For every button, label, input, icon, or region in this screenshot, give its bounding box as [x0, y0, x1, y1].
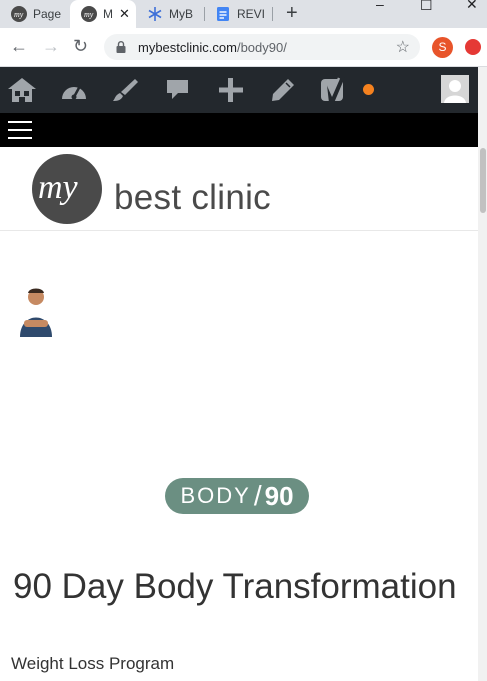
tab-label: Page: [33, 7, 62, 21]
tab-label: MyB: [169, 7, 193, 21]
tab-separator: [272, 7, 273, 21]
reload-icon[interactable]: ↻: [73, 36, 88, 57]
logo-text[interactable]: best clinic: [114, 178, 271, 218]
user-avatar-icon: [441, 75, 469, 103]
my-sites-icon[interactable]: [6, 76, 38, 104]
comments-icon[interactable]: [165, 77, 191, 103]
badge-body-text: BODY: [180, 483, 251, 508]
svg-text:my: my: [14, 10, 24, 19]
bookmark-star-icon[interactable]: ☆: [396, 37, 410, 57]
extension-icon[interactable]: [465, 39, 481, 55]
badge-number: 90: [264, 480, 294, 511]
minimize-icon[interactable]: –: [376, 0, 384, 12]
avatar[interactable]: [441, 75, 469, 103]
body90-badge: BODY / 90: [165, 478, 309, 514]
url-text: mybestclinic.com/body90/: [138, 40, 287, 55]
yoast-icon[interactable]: [319, 75, 349, 105]
tab-page[interactable]: my Page: [0, 0, 70, 28]
svg-text:my: my: [38, 169, 79, 206]
forward-arrow-icon[interactable]: →: [42, 36, 60, 57]
logo-mark: my: [38, 169, 79, 206]
hamburger-menu-icon[interactable]: [8, 121, 32, 145]
new-tab-button[interactable]: +: [286, 2, 298, 25]
logo[interactable]: my: [32, 154, 102, 224]
svg-text:my: my: [84, 10, 94, 19]
tab-label: REVI: [237, 7, 266, 21]
tab-strip: my Page my M ✕ MyB REVI + – ☐ ✕: [0, 0, 487, 28]
customize-brush-icon[interactable]: [111, 77, 139, 103]
tab-mybest[interactable]: MyB: [136, 0, 202, 28]
tab-review[interactable]: REVI: [204, 0, 270, 28]
snowflake-icon: [148, 7, 162, 21]
scrollbar-thumb[interactable]: [480, 148, 486, 213]
tab-label: M: [103, 7, 113, 21]
new-plus-icon[interactable]: [217, 77, 245, 103]
edit-pencil-icon[interactable]: [270, 77, 296, 103]
dashboard-icon[interactable]: [59, 77, 89, 103]
close-tab-icon[interactable]: ✕: [119, 6, 130, 22]
trainer-photo: [20, 288, 52, 337]
lock-icon: [116, 41, 126, 53]
back-arrow-icon[interactable]: ←: [10, 36, 28, 57]
site-favicon-icon: my: [81, 6, 97, 22]
address-bar[interactable]: mybestclinic.com/body90/ ☆: [104, 34, 420, 60]
badge-slash: /: [253, 480, 262, 511]
page-title: 90 Day Body Transformation: [13, 567, 457, 606]
profile-extension-icon[interactable]: S: [432, 37, 453, 58]
maximize-icon[interactable]: ☐: [420, 0, 433, 14]
page-subtitle: Weight Loss Program: [11, 654, 175, 673]
docs-icon: [217, 7, 229, 21]
site-favicon-icon: my: [11, 6, 27, 22]
site-nav-bar: [0, 113, 478, 147]
site-header: my best clinic: [0, 148, 478, 231]
seo-status-dot: [363, 84, 374, 95]
browser-toolbar: ← → ↻ mybestclinic.com/body90/ ☆ S: [0, 28, 487, 67]
close-window-icon[interactable]: ✕: [466, 0, 478, 13]
tab-active[interactable]: my M ✕: [70, 0, 136, 28]
wp-admin-bar: [0, 67, 487, 113]
